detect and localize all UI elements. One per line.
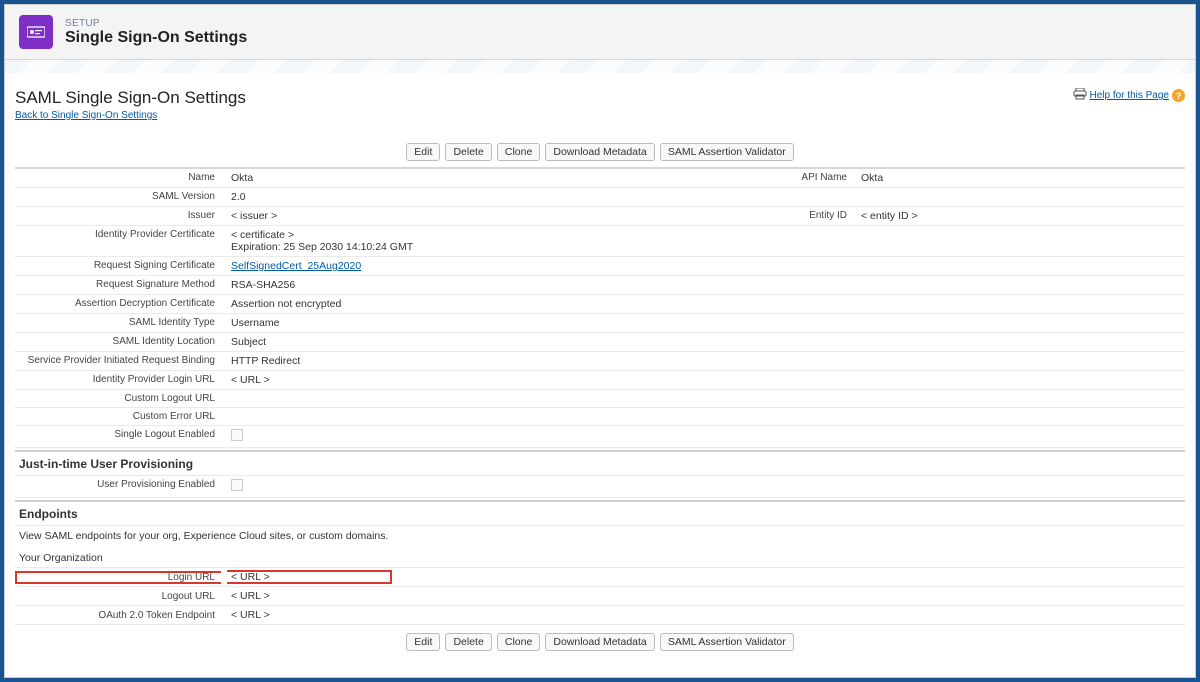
jit-checkbox xyxy=(231,479,243,491)
page-title: SAML Single Sign-On Settings xyxy=(15,88,246,108)
field-value-id-type: Username xyxy=(225,314,1185,333)
field-value-custom-logout xyxy=(225,390,1185,408)
field-value-assert-decrypt: Assertion not encrypted xyxy=(225,295,1185,314)
field-value-api-name: Okta xyxy=(855,168,1185,188)
endpoints-section-heading: Endpoints xyxy=(15,500,1185,526)
field-label-name: Name xyxy=(15,168,225,188)
clone-button-bottom[interactable]: Clone xyxy=(497,633,540,651)
help-icon[interactable]: ? xyxy=(1172,89,1185,102)
field-label-assert-decrypt: Assertion Decryption Certificate xyxy=(15,295,225,314)
download-metadata-button-bottom[interactable]: Download Metadata xyxy=(545,633,654,651)
field-value-custom-error xyxy=(225,408,1185,426)
field-label-req-sig-method: Request Signature Method xyxy=(15,276,225,295)
field-value-entity-id: < entity ID > xyxy=(855,207,1185,226)
field-value-single-logout xyxy=(225,426,1185,448)
field-label-issuer: Issuer xyxy=(15,207,225,226)
field-label-custom-logout: Custom Logout URL xyxy=(15,390,225,408)
field-value-logout-url: < URL > xyxy=(225,587,1185,606)
idp-cert-val: < certificate > xyxy=(231,229,294,241)
header-text: SETUP Single Sign-On Settings xyxy=(65,18,247,47)
clone-button[interactable]: Clone xyxy=(497,143,540,161)
help-region: Help for this Page ? xyxy=(1073,88,1186,103)
field-label-id-type: SAML Identity Type xyxy=(15,314,225,333)
setup-icon xyxy=(19,15,53,49)
endpoints-note: View SAML endpoints for your org, Experi… xyxy=(15,526,1185,546)
field-label-sp-binding: Service Provider Initiated Request Bindi… xyxy=(15,352,225,371)
field-label-idp-cert: Identity Provider Certificate xyxy=(15,226,225,257)
field-value-login-url: < URL > xyxy=(227,570,392,584)
idp-cert-expiration: Expiration: 25 Sep 2030 14:10:24 GMT xyxy=(231,241,413,253)
field-label-jit-enabled: User Provisioning Enabled xyxy=(15,476,225,498)
field-value-idp-cert: < certificate > Expiration: 25 Sep 2030 … xyxy=(225,226,1185,257)
field-value-oauth-endpoint: < URL > xyxy=(225,606,1185,625)
single-logout-checkbox xyxy=(231,429,243,441)
printer-icon[interactable] xyxy=(1073,88,1087,103)
delete-button-bottom[interactable]: Delete xyxy=(445,633,491,651)
field-value-jit-enabled xyxy=(225,476,1185,498)
download-metadata-button[interactable]: Download Metadata xyxy=(545,143,654,161)
field-value-issuer: < issuer > xyxy=(225,207,760,226)
header-title: Single Sign-On Settings xyxy=(65,29,247,47)
field-value-idp-login-url: < URL > xyxy=(225,371,1185,390)
field-value-sp-binding: HTTP Redirect xyxy=(225,352,1185,371)
field-label-idp-login-url: Identity Provider Login URL xyxy=(15,371,225,390)
field-label-entity-id: Entity ID xyxy=(760,207,855,226)
button-row-top: Edit Delete Clone Download Metadata SAML… xyxy=(15,143,1185,161)
endpoints-org-heading: Your Organization xyxy=(15,546,1185,567)
field-value-id-location: Subject xyxy=(225,333,1185,352)
field-label-api-name: API Name xyxy=(760,168,855,188)
jit-table: User Provisioning Enabled xyxy=(15,476,1185,498)
field-value-req-sign-cert[interactable]: SelfSignedCert_25Aug2020 xyxy=(231,260,361,272)
saml-validator-button[interactable]: SAML Assertion Validator xyxy=(660,143,794,161)
edit-button-bottom[interactable]: Edit xyxy=(406,633,440,651)
field-label-logout-url: Logout URL xyxy=(15,587,225,606)
content-region: SAML Single Sign-On Settings Back to Sin… xyxy=(5,74,1195,677)
jit-section-heading: Just-in-time User Provisioning xyxy=(15,450,1185,476)
button-row-bottom: Edit Delete Clone Download Metadata SAML… xyxy=(15,633,1185,651)
field-value-name: Okta xyxy=(225,168,760,188)
field-label-id-location: SAML Identity Location xyxy=(15,333,225,352)
edit-button[interactable]: Edit xyxy=(406,143,440,161)
back-link[interactable]: Back to Single Sign-On Settings xyxy=(15,110,157,121)
delete-button[interactable]: Delete xyxy=(445,143,491,161)
header-eyebrow: SETUP xyxy=(65,18,247,29)
saml-validator-button-bottom[interactable]: SAML Assertion Validator xyxy=(660,633,794,651)
field-value-saml-version: 2.0 xyxy=(225,188,1185,207)
field-label-saml-version: SAML Version xyxy=(15,188,225,207)
detail-table: Name Okta API Name Okta SAML Version 2.0… xyxy=(15,167,1185,448)
endpoints-table: Login URL < URL > Logout URL < URL > OAu… xyxy=(15,567,1185,625)
help-link[interactable]: Help for this Page xyxy=(1090,90,1170,101)
field-label-req-sign-cert: Request Signing Certificate xyxy=(15,257,225,276)
app-frame: SETUP Single Sign-On Settings SAML Singl… xyxy=(4,4,1196,678)
field-value-req-sig-method: RSA-SHA256 xyxy=(225,276,1185,295)
field-label-single-logout: Single Logout Enabled xyxy=(15,426,225,448)
field-label-custom-error: Custom Error URL xyxy=(15,408,225,426)
field-label-login-url: Login URL xyxy=(15,571,221,584)
field-label-oauth-endpoint: OAuth 2.0 Token Endpoint xyxy=(15,606,225,625)
page-header: SETUP Single Sign-On Settings xyxy=(5,5,1195,60)
